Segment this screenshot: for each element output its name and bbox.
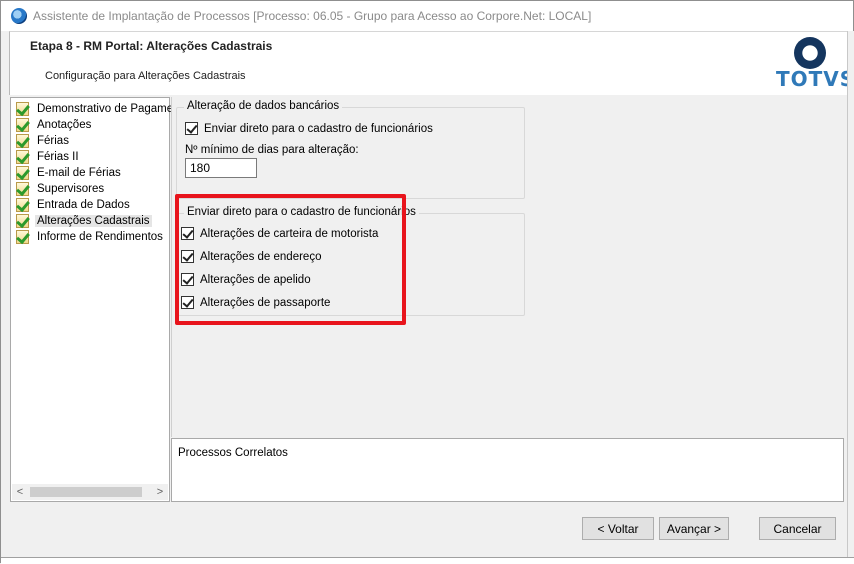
checkbox-box[interactable]	[181, 227, 194, 240]
tree-item-label: Supervisores	[37, 183, 105, 195]
steps-tree[interactable]: Demonstrativo de Pagamen Anotações Féria…	[10, 97, 180, 502]
tree-item-label: Anotações	[37, 119, 92, 131]
checkbox-label: Enviar direto para o cadastro de funcion…	[204, 122, 433, 135]
checkbox-carteira-motorista[interactable]: Alterações de carteira de motorista	[181, 227, 378, 240]
checkbox-label: Alterações de carteira de motorista	[200, 227, 379, 240]
horizontal-scrollbar[interactable]: < >	[12, 484, 168, 500]
totvs-logo-mark-icon	[794, 37, 826, 69]
related-processes-label: Processos Correlatos	[178, 447, 288, 459]
checkbox-box[interactable]	[181, 250, 194, 263]
step-subtitle: Configuração para Alterações Cadastrais	[45, 70, 246, 82]
completed-check-icon	[16, 134, 29, 148]
wizard-footer: < Voltar Avançar > Cancelar	[9, 503, 854, 553]
scroll-left-icon[interactable]: <	[12, 484, 28, 500]
bank-group-legend: Alteração de dados bancários	[184, 100, 343, 112]
app-globe-icon	[11, 8, 27, 24]
wizard-window: Assistente de Implantação de Processos […	[0, 0, 854, 564]
checkbox-endereco[interactable]: Alterações de endereço	[181, 250, 321, 263]
totvs-logo: TOTVS	[776, 37, 854, 93]
tree-item-label: Férias	[37, 135, 69, 147]
checkbox-label: Alterações de endereço	[200, 250, 322, 263]
totvs-logo-text: TOTVS	[776, 67, 854, 91]
tree-item-label: Informe de Rendimentos	[37, 231, 163, 243]
direct-send-group: Enviar direto para o cadastro de funcion…	[176, 206, 525, 316]
tree-item-email-ferias[interactable]: E-mail de Férias	[16, 165, 123, 181]
tree-item-demonstrativo[interactable]: Demonstrativo de Pagamen	[16, 101, 182, 117]
tree-item-alteracoes-cadastrais[interactable]: Alterações Cadastrais	[16, 213, 152, 229]
tree-item-label: E-mail de Férias	[37, 167, 121, 179]
checkbox-passaporte[interactable]: Alterações de passaporte	[181, 296, 330, 309]
title-bar: Assistente de Implantação de Processos […	[1, 1, 853, 31]
step-content: Alteração de dados bancários Enviar dire…	[171, 97, 847, 437]
back-button[interactable]: < Voltar	[582, 517, 654, 540]
bank-send-direct-checkbox[interactable]: Enviar direto para o cadastro de funcion…	[185, 122, 433, 135]
scroll-thumb[interactable]	[30, 487, 142, 497]
tree-item-informe-rendimentos[interactable]: Informe de Rendimentos	[16, 229, 165, 245]
checkbox-box[interactable]	[181, 273, 194, 286]
completed-check-icon	[16, 150, 29, 164]
completed-check-icon	[16, 118, 29, 132]
completed-check-icon	[16, 214, 29, 228]
scroll-right-icon[interactable]: >	[152, 484, 168, 500]
window-right-edge	[847, 31, 854, 557]
bank-data-group: Alteração de dados bancários Enviar dire…	[176, 100, 525, 199]
completed-check-icon	[16, 102, 29, 116]
wizard-header: Etapa 8 - RM Portal: Alterações Cadastra…	[9, 31, 854, 95]
completed-check-icon	[16, 230, 29, 244]
step-title: Etapa 8 - RM Portal: Alterações Cadastra…	[30, 39, 273, 53]
direct-group-legend: Enviar direto para o cadastro de funcion…	[184, 206, 419, 218]
window-title: Assistente de Implantação de Processos […	[33, 9, 592, 23]
next-button[interactable]: Avançar >	[659, 517, 729, 540]
completed-check-icon	[16, 182, 29, 196]
tree-item-entrada-dados[interactable]: Entrada de Dados	[16, 197, 132, 213]
tree-item-label: Entrada de Dados	[37, 199, 130, 211]
checkbox-label: Alterações de passaporte	[200, 296, 331, 309]
checkbox-label: Alterações de apelido	[200, 273, 311, 286]
tree-item-label: Férias II	[37, 151, 79, 163]
checkbox-apelido[interactable]: Alterações de apelido	[181, 273, 311, 286]
tree-item-anotacoes[interactable]: Anotações	[16, 117, 93, 133]
related-processes-panel: Processos Correlatos	[171, 438, 844, 502]
min-days-input[interactable]	[185, 158, 257, 178]
checkbox-box[interactable]	[185, 122, 198, 135]
min-days-label: Nº mínimo de dias para alteração:	[185, 144, 359, 156]
completed-check-icon	[16, 166, 29, 180]
tree-item-ferias[interactable]: Férias	[16, 133, 71, 149]
tree-item-supervisores[interactable]: Supervisores	[16, 181, 106, 197]
tree-item-ferias-ii[interactable]: Férias II	[16, 149, 81, 165]
checkbox-box[interactable]	[181, 296, 194, 309]
tree-item-label: Demonstrativo de Pagamen	[37, 103, 180, 115]
tree-item-label: Alterações Cadastrais	[35, 215, 152, 227]
cancel-button[interactable]: Cancelar	[759, 517, 836, 540]
completed-check-icon	[16, 198, 29, 212]
